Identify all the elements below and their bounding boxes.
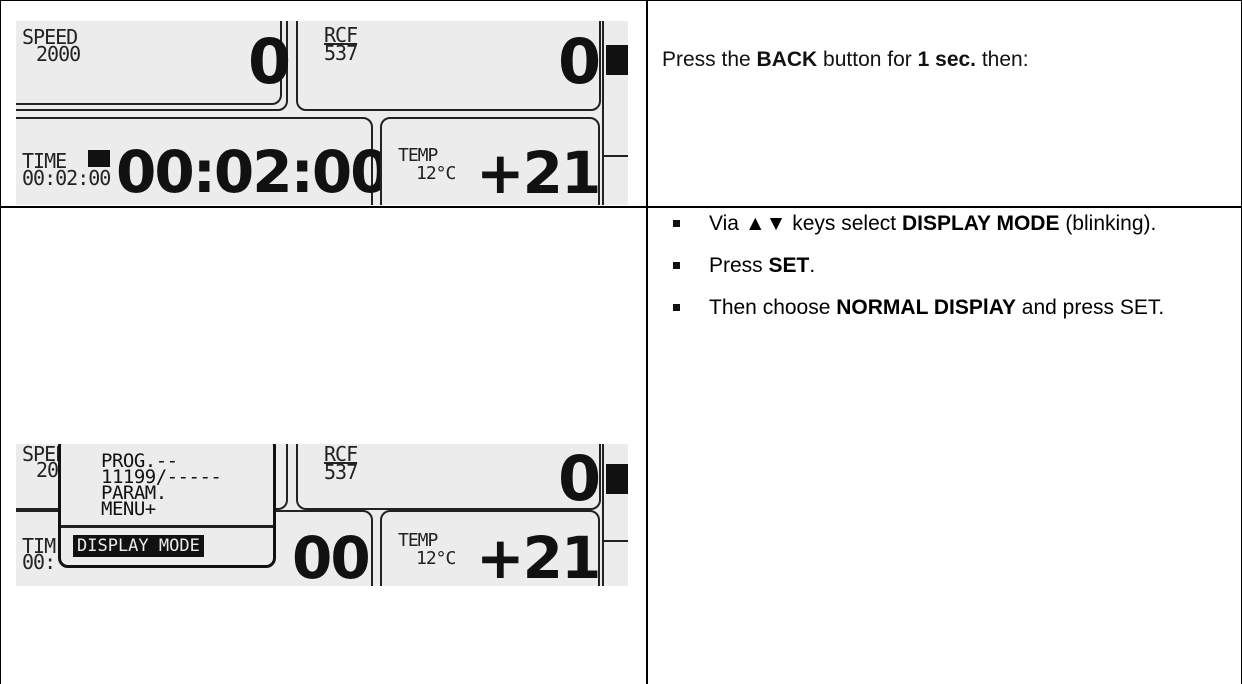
temp-value: +21 (476, 524, 601, 586)
side-divider (602, 21, 604, 205)
speed-setpoint: 2000 (36, 42, 81, 66)
menu-selected-display-mode: DISPLAY MODE (73, 535, 204, 557)
temp-setpoint: 12°C (416, 548, 456, 569)
menu-separator (61, 525, 273, 528)
bullet-select-display-mode: Via ▲▼ keys select DISPLAY MODE (blinkin… (655, 208, 1225, 240)
rcf-setpoint: 537 (324, 41, 358, 65)
intro-middle: button for (817, 48, 918, 71)
speed-value: 0 (248, 25, 291, 98)
bullet-choose-normal: Then choose NORMAL DISPlAY and press SET… (655, 292, 1225, 324)
bullet-text: (blinking). (1059, 212, 1157, 235)
side-tick (602, 540, 628, 542)
arrow-keys-icon: ▲▼ (744, 212, 787, 235)
rcf-value: 0 (558, 444, 601, 515)
menu-item: MENU+ (101, 498, 156, 520)
back-button-ref: BACK (756, 48, 818, 71)
bullet-text: Press (709, 254, 769, 277)
rcf-setpoint: 537 (324, 460, 358, 484)
temp-label: TEMP (398, 530, 438, 551)
side-tick (602, 155, 628, 157)
intro-suffix: then: (976, 48, 1029, 71)
temp-setpoint: 12°C (416, 163, 456, 184)
duration-ref: 1 sec. (917, 48, 977, 71)
status-block (606, 464, 628, 494)
bullet-text: Via (709, 212, 745, 235)
bullet-text: Then choose (709, 296, 837, 319)
rcf-value: 0 (558, 25, 601, 98)
time-value: 00:02:00 (116, 138, 391, 205)
time-setpoint: 00:02:00 (22, 166, 111, 190)
timer-mode-icon (88, 150, 110, 167)
bullet-square-icon (673, 304, 680, 311)
instruction-bullets: Via ▲▼ keys select DISPLAY MODE (blinkin… (655, 208, 1225, 334)
bullet-text: keys select (786, 212, 902, 235)
temp-label: TEMP (398, 145, 438, 166)
bullet-text: and press SET. (1015, 296, 1165, 319)
table-column-divider (646, 1, 648, 684)
side-divider (602, 444, 604, 586)
time-value-partial: 00 (292, 524, 371, 586)
temp-value: +21 (476, 139, 601, 205)
popup-menu: PROG.-- 11199/----- PARAM. MENU+ DISPLAY… (58, 444, 276, 568)
intro-prefix: Press the (662, 48, 757, 71)
speed-setpoint-partial: 20 (36, 458, 59, 482)
bullet-text: . (809, 254, 816, 277)
step-intro-text: Press the BACK button for 1 sec. then: (662, 46, 1029, 74)
bullet-press-set: Press SET. (655, 250, 1225, 282)
set-ref: SET (768, 254, 810, 277)
time-setpoint-partial: 00: (22, 550, 56, 574)
lcd-menu-display: SPEED 20 RCF 537 0 TIM 00: 00 TEMP 12°C … (16, 444, 628, 586)
status-block (606, 45, 628, 75)
normal-display-ref: NORMAL DISPlAY (836, 296, 1016, 319)
lcd-main-display: SPEED 2000 0 RCF 537 0 TIME 00:02:00 00:… (16, 21, 628, 205)
bullet-square-icon (673, 220, 680, 227)
bullet-square-icon (673, 262, 680, 269)
display-mode-ref: DISPLAY MODE (901, 212, 1060, 235)
